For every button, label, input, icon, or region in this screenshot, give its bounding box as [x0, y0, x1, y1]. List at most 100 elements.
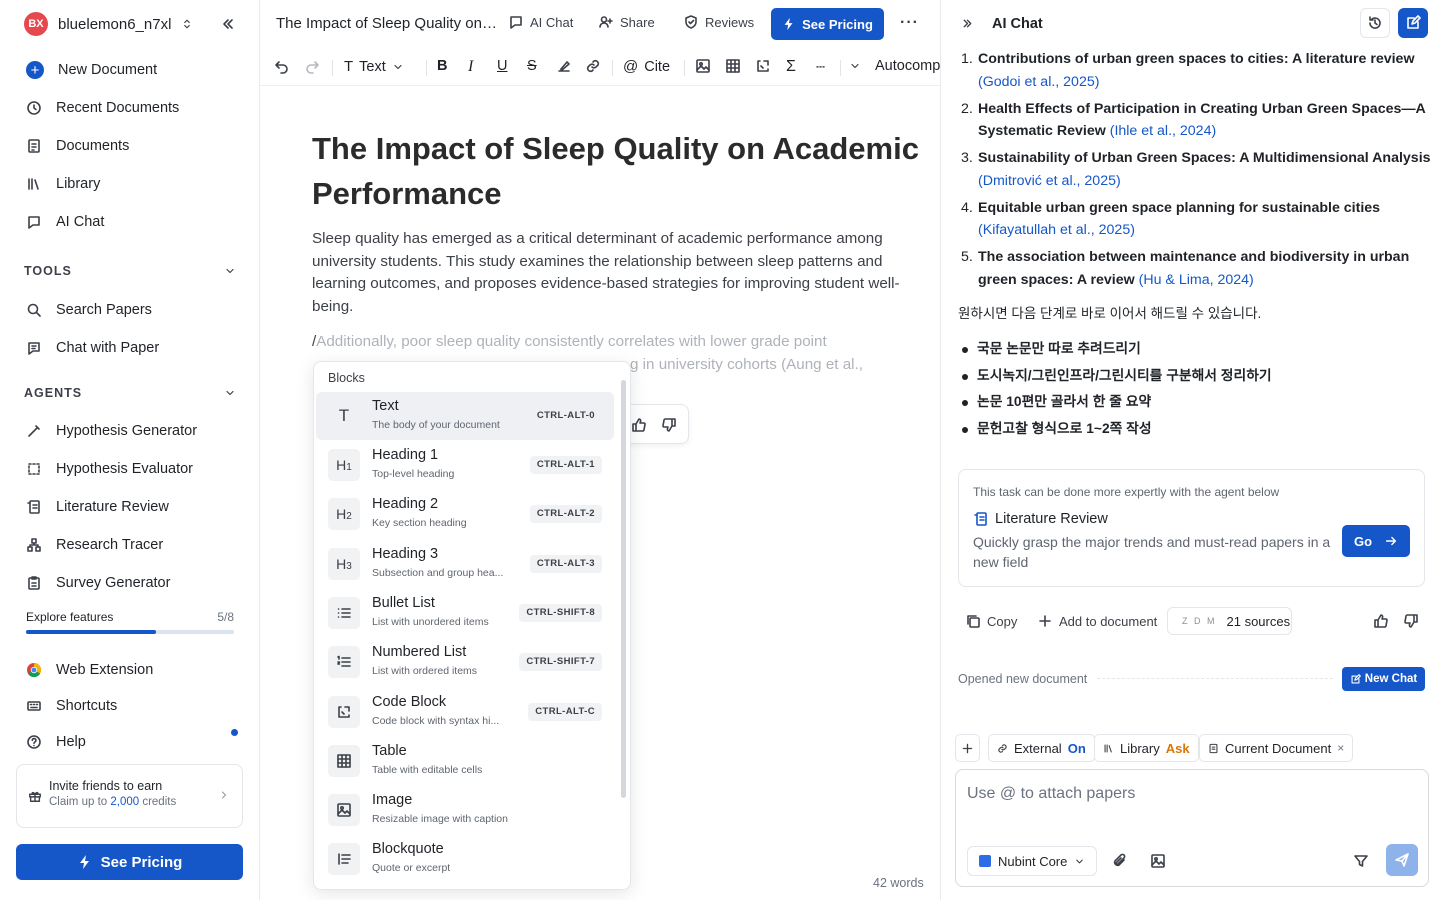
block-item-name: Table [372, 743, 407, 759]
sidebar-item-label: Research Tracer [56, 537, 164, 553]
sidebar-item-shortcuts[interactable]: Shortcuts [16, 689, 244, 723]
sidebar-item-ai-chat[interactable]: AI Chat [16, 205, 244, 239]
reviews-button[interactable]: Reviews [683, 14, 754, 30]
sidebar-item-documents[interactable]: Documents [16, 129, 244, 163]
clock-icon [27, 101, 41, 115]
tools-section-header[interactable]: TOOLS [24, 264, 236, 278]
reference-citation[interactable]: (Kifayatullah et al., 2025) [978, 222, 1135, 238]
sidebar-item-hypothesis-generator[interactable]: Hypothesis Generator [16, 414, 244, 448]
see-pricing-button[interactable]: See Pricing [16, 844, 243, 880]
reference-citation[interactable]: (Ihle et al., 2024) [1110, 123, 1216, 139]
filter-icon[interactable] [1353, 853, 1369, 869]
table-icon[interactable] [725, 58, 741, 74]
gift-icon [29, 791, 41, 802]
underline-icon[interactable]: U [497, 58, 507, 74]
block-item-code-block[interactable]: Code Block Code block with syntax hi... … [316, 688, 614, 736]
block-item-table[interactable]: Table Table with editable cells [316, 737, 614, 785]
sidebar-item-literature-review[interactable]: Literature Review [16, 490, 244, 524]
thumbs-up-icon[interactable] [631, 417, 647, 433]
block-item-heading-1[interactable]: H1 Heading 1 Top-level heading CTRL-ALT-… [316, 441, 614, 489]
sidebar-item-new-document[interactable]: + New Document [16, 53, 244, 87]
add-to-document-button[interactable]: Add to document [1037, 613, 1157, 629]
block-item-desc: Table with editable cells [372, 764, 483, 776]
block-item-desc: Code block with syntax hi... [372, 715, 500, 727]
sidebar-item-hypothesis-evaluator[interactable]: Hypothesis Evaluator [16, 452, 244, 486]
image-icon[interactable] [695, 58, 711, 74]
external-toggle-chip[interactable]: External On [988, 734, 1095, 762]
sidebar-item-search-papers[interactable]: Search Papers [16, 293, 244, 327]
chat-input-box[interactable]: Use @ to attach papers Nubint Core [955, 769, 1429, 887]
block-item-bullet-list[interactable]: Bullet List List with unordered items CT… [316, 589, 614, 637]
sidebar-item-library[interactable]: Library [16, 167, 244, 201]
cite-button[interactable]: @ Cite [623, 58, 670, 75]
chat-input[interactable]: Use @ to attach papers [967, 785, 1135, 803]
add-context-button[interactable] [955, 734, 980, 762]
block-item-heading-3[interactable]: H3 Heading 3 Subsection and group hea...… [316, 540, 614, 588]
chat-history-button[interactable] [1360, 8, 1390, 38]
sources-button[interactable]: Z D M 21 sources [1167, 607, 1292, 635]
block-item-numbered-list[interactable]: Numbered List List with ordered items CT… [316, 638, 614, 686]
invite-friends-card[interactable]: Invite friends to earn Claim up to 2,000… [16, 764, 243, 828]
sidebar-item-web-extension[interactable]: Web Extension [16, 653, 244, 687]
document-paragraph[interactable]: Sleep quality has emerged as a critical … [312, 228, 922, 318]
code-block-icon[interactable] [755, 58, 771, 74]
sigma-icon[interactable]: Σ [786, 58, 796, 76]
sidebar-item-recent-documents[interactable]: Recent Documents [16, 91, 244, 125]
send-button[interactable] [1386, 844, 1418, 876]
bold-icon[interactable]: B [437, 58, 447, 74]
chevron-down-icon[interactable] [849, 60, 861, 72]
thumbs-down-icon[interactable] [1403, 613, 1419, 629]
block-menu-scrollbar[interactable] [620, 378, 627, 878]
link-icon[interactable] [585, 58, 601, 74]
reference-citation[interactable]: (Dmitrović et al., 2025) [978, 173, 1121, 189]
text-style-dropdown[interactable]: T Text [344, 58, 404, 75]
go-button[interactable]: Go [1342, 525, 1410, 557]
highlighter-icon[interactable] [556, 58, 572, 74]
autocomplete-button[interactable]: Autocomp [875, 58, 940, 74]
image-icon[interactable] [1150, 853, 1166, 869]
thumbs-up-icon[interactable] [1373, 613, 1389, 629]
copy-button[interactable]: Copy [965, 613, 1017, 629]
sidebar-item-survey-generator[interactable]: Survey Generator [16, 566, 244, 600]
paperclip-icon[interactable] [1112, 853, 1128, 869]
divider-icon[interactable]: ┄ [816, 58, 825, 76]
current-document-label: Current Document [1225, 740, 1332, 756]
ai-chat-button[interactable]: AI Chat [508, 14, 573, 30]
scrollbar-thumb[interactable] [621, 380, 626, 798]
expand-panel-icon[interactable] [961, 17, 974, 30]
model-selector[interactable]: Nubint Core [967, 846, 1097, 876]
thumbs-down-icon[interactable] [661, 417, 677, 433]
share-button[interactable]: Share [598, 14, 655, 30]
header-see-pricing-button[interactable]: See Pricing [771, 8, 884, 40]
workspace-switcher[interactable]: BX bluelemon6_n7xl [24, 12, 193, 36]
new-chat-edit-button[interactable] [1398, 8, 1428, 38]
redo-icon[interactable] [304, 58, 320, 74]
ai-chat-label: AI Chat [530, 14, 574, 30]
library-toggle-chip[interactable]: Library Ask [1094, 734, 1199, 762]
sidebar-item-help[interactable]: Help [16, 725, 244, 759]
sidebar-item-chat-with-paper[interactable]: Chat with Paper [16, 331, 244, 365]
current-document-chip[interactable]: Current Document × [1199, 734, 1354, 762]
document-title[interactable]: The Impact of Sleep Quality on Academic … [276, 15, 498, 32]
italic-icon[interactable]: I [468, 58, 473, 76]
block-item-heading-2[interactable]: H2 Heading 2 Key section heading CTRL-AL… [316, 490, 614, 538]
agents-section-header[interactable]: AGENTS [24, 386, 236, 400]
ghost-line-1: Additionally, poor sleep quality consist… [316, 333, 827, 350]
more-options-icon[interactable]: ··· [900, 14, 919, 32]
reviews-label: Reviews [705, 14, 755, 30]
document-heading[interactable]: The Impact of Sleep Quality on Academic … [312, 126, 932, 216]
block-item-image[interactable]: Image Resizable image with caption [316, 786, 614, 834]
header-see-pricing-label: See Pricing [802, 16, 873, 32]
new-chat-button[interactable]: New Chat [1342, 667, 1425, 691]
undo-icon[interactable] [274, 58, 290, 74]
close-icon[interactable]: × [1337, 741, 1344, 755]
explore-features[interactable]: Explore features 5/8 [26, 610, 234, 634]
collapse-sidebar-icon[interactable] [220, 16, 236, 32]
reference-citation[interactable]: (Godoi et al., 2025) [978, 74, 1099, 90]
block-item-blockquote[interactable]: Blockquote Quote or excerpt [316, 835, 614, 883]
sidebar-item-research-tracer[interactable]: Research Tracer [16, 528, 244, 562]
block-item-text[interactable]: T Text The body of your document CTRL-AL… [316, 392, 614, 440]
reference-citation[interactable]: (Hu & Lima, 2024) [1139, 272, 1254, 288]
strikethrough-icon[interactable]: S [527, 58, 537, 74]
chat-header: AI Chat [941, 0, 1440, 46]
